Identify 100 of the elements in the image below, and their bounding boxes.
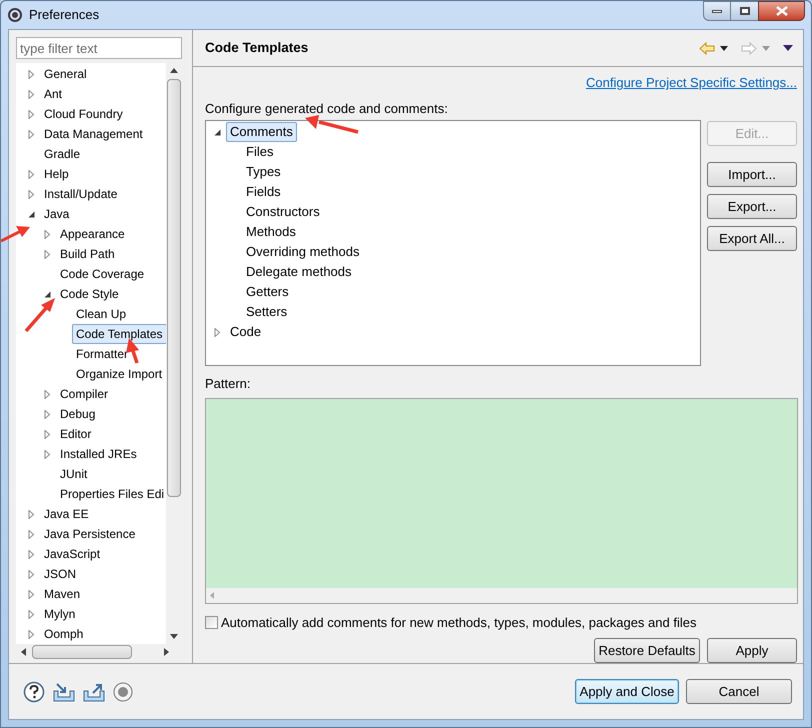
- tree-item[interactable]: Compiler: [56, 384, 112, 404]
- tree-item[interactable]: Java EE: [40, 504, 93, 524]
- record-icon[interactable]: [113, 682, 133, 702]
- forward-arrow-icon[interactable]: [741, 42, 757, 54]
- tree-item[interactable]: Delegate methods: [242, 262, 356, 282]
- tree-item[interactable]: Types: [242, 162, 285, 182]
- tree-item[interactable]: Gradle: [40, 144, 84, 164]
- expand-icon[interactable]: [28, 510, 35, 518]
- tree-item[interactable]: Files: [242, 142, 278, 162]
- expand-icon[interactable]: [28, 530, 35, 538]
- tree-item[interactable]: Getters: [242, 282, 293, 302]
- filter-field[interactable]: type filter text: [16, 37, 182, 59]
- expand-icon[interactable]: [44, 250, 51, 258]
- expand-icon[interactable]: [28, 170, 35, 178]
- help-icon[interactable]: [23, 680, 45, 702]
- restore-defaults-button[interactable]: Restore Defaults: [594, 638, 700, 663]
- expand-icon[interactable]: [28, 570, 35, 578]
- expand-icon[interactable]: [44, 410, 51, 418]
- tree-item[interactable]: Comments: [226, 122, 297, 142]
- side-button[interactable]: Export All...: [707, 226, 797, 251]
- tree-item[interactable]: Editor: [56, 424, 96, 444]
- annotation-arrow-icon: [1, 226, 30, 242]
- tree-item[interactable]: Data Management: [40, 124, 147, 144]
- tree-item[interactable]: Ant: [40, 84, 66, 104]
- expand-icon[interactable]: [28, 90, 35, 98]
- tree-item[interactable]: Code Templates: [72, 324, 166, 344]
- scroll-right-icon[interactable]: [164, 648, 169, 656]
- tree-item[interactable]: Code Coverage: [56, 264, 148, 284]
- tree-item[interactable]: Java: [40, 204, 74, 224]
- expand-icon[interactable]: [28, 550, 35, 558]
- tree-item[interactable]: Formatter: [72, 344, 132, 364]
- apply-button[interactable]: Apply: [707, 638, 797, 663]
- scroll-left-icon[interactable]: [21, 648, 26, 656]
- tree-item[interactable]: Fields: [242, 182, 285, 202]
- expand-icon[interactable]: [44, 230, 51, 238]
- apply-and-close-button[interactable]: Apply and Close: [575, 679, 679, 704]
- close-button[interactable]: [758, 1, 805, 21]
- checkbox[interactable]: [205, 616, 218, 629]
- tree-item[interactable]: JUnit: [56, 464, 92, 484]
- templates-label: Configure generated code and comments:: [205, 100, 449, 118]
- close-icon: [776, 6, 788, 16]
- tree-item[interactable]: Code: [226, 322, 266, 342]
- tree-item[interactable]: Maven: [40, 584, 84, 604]
- expand-icon[interactable]: [44, 390, 51, 398]
- app-icon: [7, 7, 23, 23]
- minimize-button[interactable]: [703, 1, 731, 21]
- tree-item[interactable]: Build Path: [56, 244, 119, 264]
- expand-icon[interactable]: [28, 130, 35, 138]
- expand-icon[interactable]: [28, 190, 35, 198]
- expand-icon[interactable]: [28, 110, 35, 118]
- tree-item[interactable]: Organize Import: [72, 364, 166, 384]
- expand-icon[interactable]: [44, 430, 51, 438]
- import-icon[interactable]: [53, 682, 75, 702]
- expand-icon[interactable]: [28, 70, 35, 78]
- tree-item[interactable]: Constructors: [242, 202, 324, 222]
- dropdown-icon[interactable]: [720, 46, 728, 50]
- window-title: Preferences: [29, 6, 100, 24]
- tree-item[interactable]: General: [40, 64, 91, 84]
- collapse-icon[interactable]: [214, 128, 221, 136]
- page-title: Code Templates: [205, 38, 308, 57]
- tree-item[interactable]: Cloud Foundry: [40, 104, 127, 124]
- expand-icon[interactable]: [28, 630, 35, 638]
- tree-item[interactable]: Appearance: [56, 224, 129, 244]
- tree-item[interactable]: Debug: [56, 404, 100, 424]
- tree-item[interactable]: Install/Update: [40, 184, 122, 204]
- side-button[interactable]: Export...: [707, 194, 797, 219]
- view-menu-icon[interactable]: [783, 45, 793, 51]
- tree-item[interactable]: Overriding methods: [242, 242, 364, 262]
- tree-item[interactable]: JSON: [40, 564, 80, 584]
- checkbox-label: Automatically add comments for new methods, types, modules, packages and files: [221, 614, 696, 632]
- tree-item[interactable]: Properties Files Edi: [56, 484, 166, 504]
- tree-item[interactable]: JavaScript: [40, 544, 104, 564]
- tree-item[interactable]: Help: [40, 164, 73, 184]
- scroll-up-icon[interactable]: [170, 68, 178, 73]
- export-icon[interactable]: [83, 682, 105, 702]
- expand-icon[interactable]: [28, 610, 35, 618]
- expand-icon[interactable]: [44, 450, 51, 458]
- annotation-arrow-icon: [24, 298, 55, 332]
- scrollbar-thumb[interactable]: [32, 645, 132, 659]
- back-arrow-icon[interactable]: [699, 42, 715, 54]
- side-button[interactable]: Import...: [707, 162, 797, 187]
- scrollbar-thumb[interactable]: [167, 79, 181, 497]
- tree-item[interactable]: Code Style: [56, 284, 123, 304]
- scroll-down-icon[interactable]: [170, 634, 178, 639]
- tree-item[interactable]: Java Persistence: [40, 524, 140, 544]
- tree-item[interactable]: Oomph: [40, 624, 88, 644]
- tree-item[interactable]: Installed JREs: [56, 444, 141, 464]
- collapse-icon[interactable]: [28, 210, 35, 218]
- annotation-arrow-icon: [305, 115, 358, 134]
- project-settings-link[interactable]: Configure Project Specific Settings...: [586, 73, 797, 92]
- expand-icon[interactable]: [28, 590, 35, 598]
- tree-item[interactable]: Setters: [242, 302, 292, 322]
- collapse-icon[interactable]: [44, 290, 51, 298]
- tree-item[interactable]: Methods: [242, 222, 300, 242]
- cancel-button[interactable]: Cancel: [686, 679, 792, 704]
- maximize-button[interactable]: [731, 1, 758, 21]
- tree-item[interactable]: Clean Up: [72, 304, 130, 324]
- tree-item[interactable]: Mylyn: [40, 604, 80, 624]
- pattern-label: Pattern:: [205, 375, 252, 393]
- expand-icon[interactable]: [214, 328, 221, 336]
